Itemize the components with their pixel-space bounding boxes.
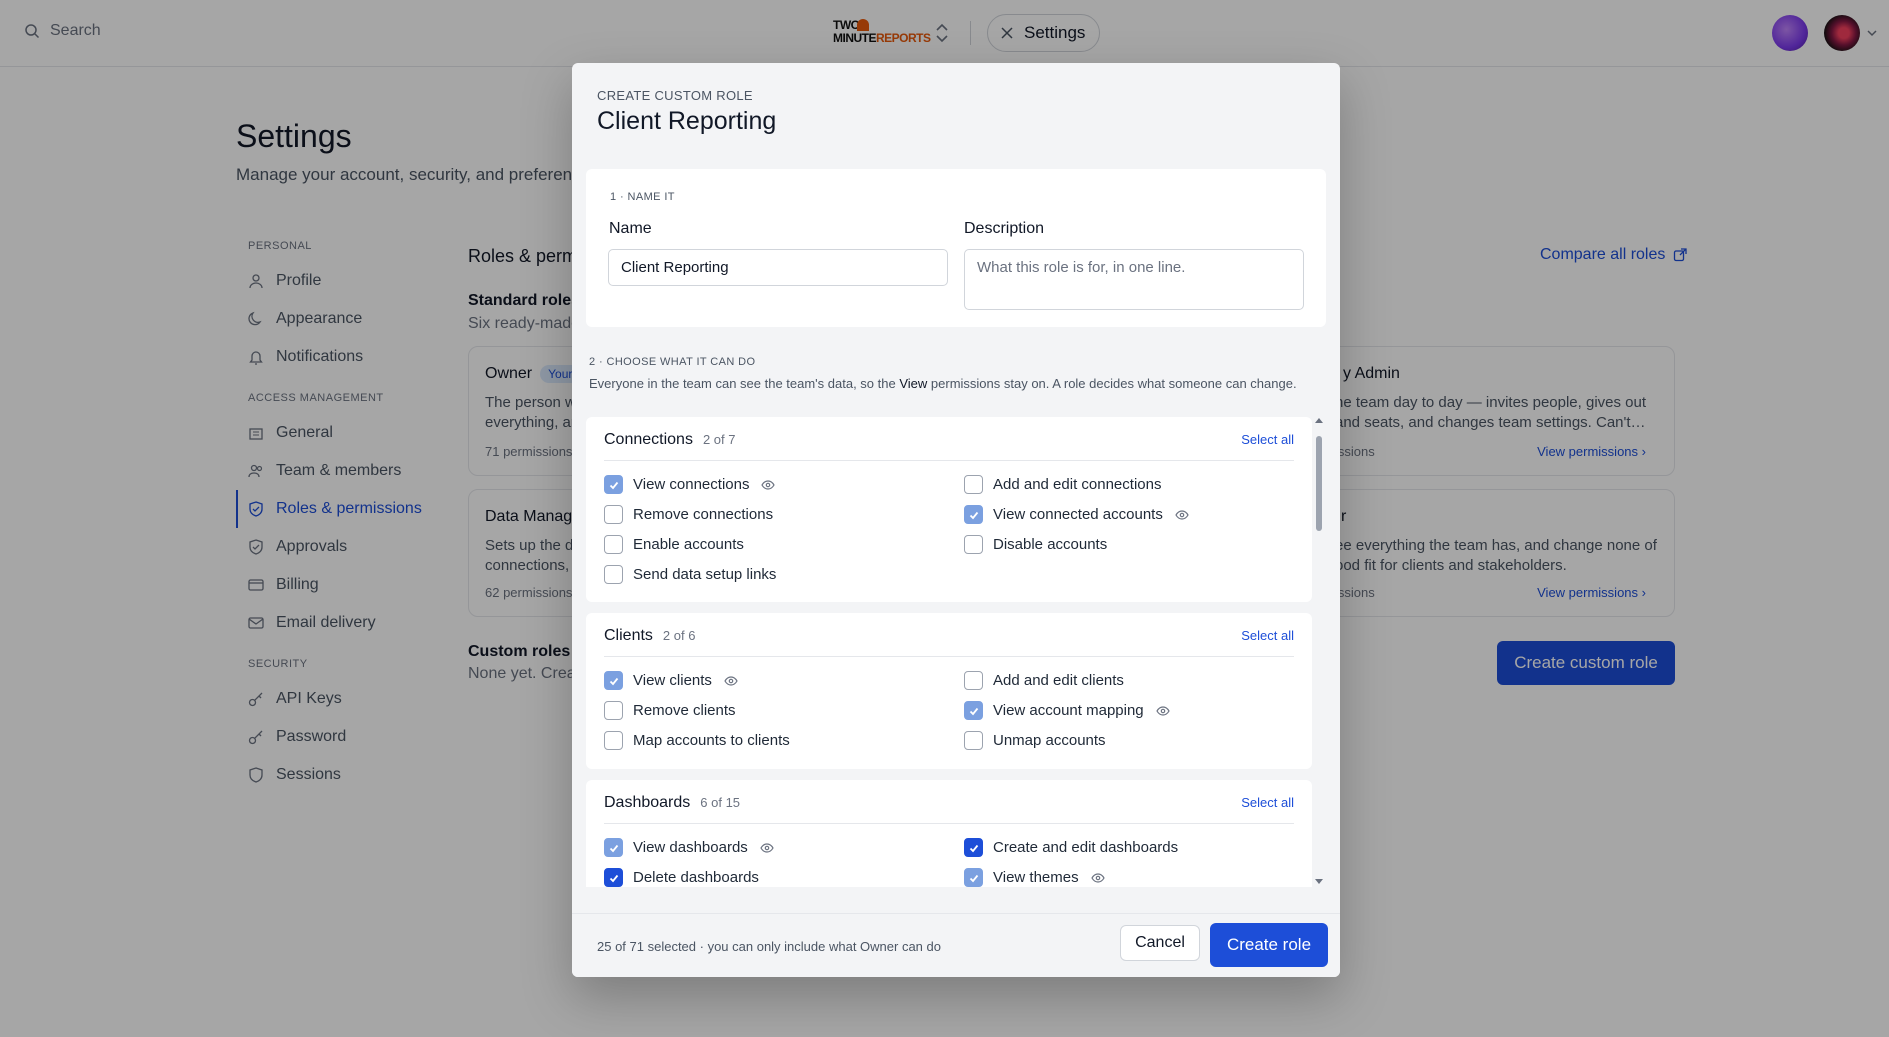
name-section: 1 · NAME IT Name Description [586,169,1326,327]
group-name: Clients [604,627,653,644]
permission-checkbox[interactable]: Add and edit clients [964,671,1124,690]
cancel-button[interactable]: Cancel [1120,925,1200,961]
group-header: Dashboards 6 of 15 Select all [604,794,1294,824]
checkbox-checked[interactable] [604,868,623,887]
step-2-label: 2 · CHOOSE WHAT IT CAN DO [589,356,756,368]
select-all-link[interactable]: Select all [1241,628,1294,643]
permission-label: Remove clients [633,702,736,719]
checkbox-checked[interactable] [964,868,983,887]
dialog-title: Client Reporting [597,107,777,135]
eye-icon [1155,705,1170,716]
eye-icon [1175,509,1189,520]
group-header: Clients 2 of 6 Select all [604,627,1294,657]
scroll-down-arrow[interactable] [1315,879,1323,884]
checkbox-unchecked[interactable] [604,565,623,584]
step-2-description: Everyone in the team can see the team's … [589,376,1297,391]
create-role-button[interactable]: Create role [1210,923,1328,967]
permission-checkbox[interactable]: View themes [964,868,1105,887]
permission-checkbox[interactable]: Add and edit connections [964,475,1161,494]
eye-icon [761,479,776,490]
checkbox-unchecked[interactable] [604,505,623,524]
eye-icon [760,842,774,853]
permission-label: Map accounts to clients [633,732,790,749]
permission-checkbox[interactable]: Delete dashboards [604,868,759,887]
scrollbar-thumb[interactable] [1316,436,1322,531]
permissions-scroll-area[interactable]: Connections 2 of 7 Select all View conne… [586,417,1326,887]
permission-group-clients: Clients 2 of 6 Select all View clients Ad… [586,613,1312,769]
eye-icon [724,675,738,686]
description-label: Description [964,220,1045,237]
permission-checkbox[interactable]: View dashboards [604,838,774,857]
permission-label: View connections [633,476,750,493]
permission-label: View connected accounts [993,506,1163,523]
permission-checkbox[interactable]: Create and edit dashboards [964,838,1178,857]
checkbox-checked[interactable] [964,701,983,720]
permission-label: Disable accounts [993,536,1108,553]
permissions-scrollbar[interactable] [1312,416,1326,886]
group-name: Connections [604,431,693,448]
permission-checkbox[interactable]: Remove clients [604,701,736,720]
permission-label: Send data setup links [633,566,777,583]
checkbox-checked[interactable] [964,505,983,524]
checkbox-unchecked[interactable] [604,535,623,554]
group-name: Dashboards [604,794,691,811]
checkbox-unchecked[interactable] [964,671,983,690]
selection-status: 25 of 71 selected · you can only include… [597,939,941,954]
permission-checkbox[interactable]: Remove connections [604,505,773,524]
permission-checkbox[interactable]: View clients [604,671,738,690]
select-all-link[interactable]: Select all [1241,795,1294,810]
checkbox-unchecked[interactable] [964,475,983,494]
role-name-input[interactable] [608,249,948,286]
create-custom-role-dialog: CREATE CUSTOM ROLE Client Reporting 1 · … [572,63,1340,977]
checkbox-unchecked[interactable] [964,535,983,554]
permission-checkbox[interactable]: Disable accounts [964,535,1107,554]
group-count: 2 of 7 [702,432,736,447]
checkbox-checked[interactable] [604,838,623,857]
checkbox-checked[interactable] [604,671,623,690]
checkbox-checked[interactable] [964,838,983,857]
permission-group-dashboards: Dashboards 6 of 15 Select all View dashb… [586,780,1312,887]
permission-label: View clients [633,672,712,689]
permission-label: View dashboards [633,839,748,856]
permission-label: Enable accounts [633,536,744,553]
step-1-label: 1 · NAME IT [610,191,675,203]
checkbox-unchecked[interactable] [604,701,623,720]
permission-group-connections: Connections 2 of 7 Select all View conne… [586,417,1312,602]
permission-label: Add and edit clients [993,672,1124,689]
permission-label: View themes [993,869,1079,886]
permission-label: Unmap accounts [993,732,1106,749]
permission-checkbox[interactable]: Unmap accounts [964,731,1106,750]
dialog-footer: 25 of 71 selected · you can only include… [572,913,1340,977]
permission-checkbox[interactable]: Send data setup links [604,565,776,584]
checkbox-unchecked[interactable] [604,731,623,750]
group-count: 6 of 15 [700,795,741,810]
role-description-input[interactable] [964,249,1304,310]
checkbox-checked[interactable] [604,475,623,494]
scroll-up-arrow[interactable] [1315,418,1323,423]
dialog-eyebrow: CREATE CUSTOM ROLE [597,88,753,103]
permission-label: View account mapping [993,702,1144,719]
permission-label: Create and edit dashboards [993,839,1179,856]
permission-checkbox[interactable]: View account mapping [964,701,1170,720]
permission-checkbox[interactable]: Enable accounts [604,535,744,554]
permission-label: Delete dashboards [633,869,759,886]
permission-checkbox[interactable]: View connections [604,475,776,494]
permission-label: Add and edit connections [993,476,1162,493]
group-count: 2 of 6 [662,628,696,643]
permission-checkbox[interactable]: View connected accounts [964,505,1189,524]
select-all-link[interactable]: Select all [1241,432,1294,447]
name-label: Name [609,220,652,237]
eye-icon [1090,872,1105,883]
group-header: Connections 2 of 7 Select all [604,431,1294,461]
permission-checkbox[interactable]: Map accounts to clients [604,731,790,750]
permission-label: Remove connections [633,506,774,523]
checkbox-unchecked[interactable] [964,731,983,750]
